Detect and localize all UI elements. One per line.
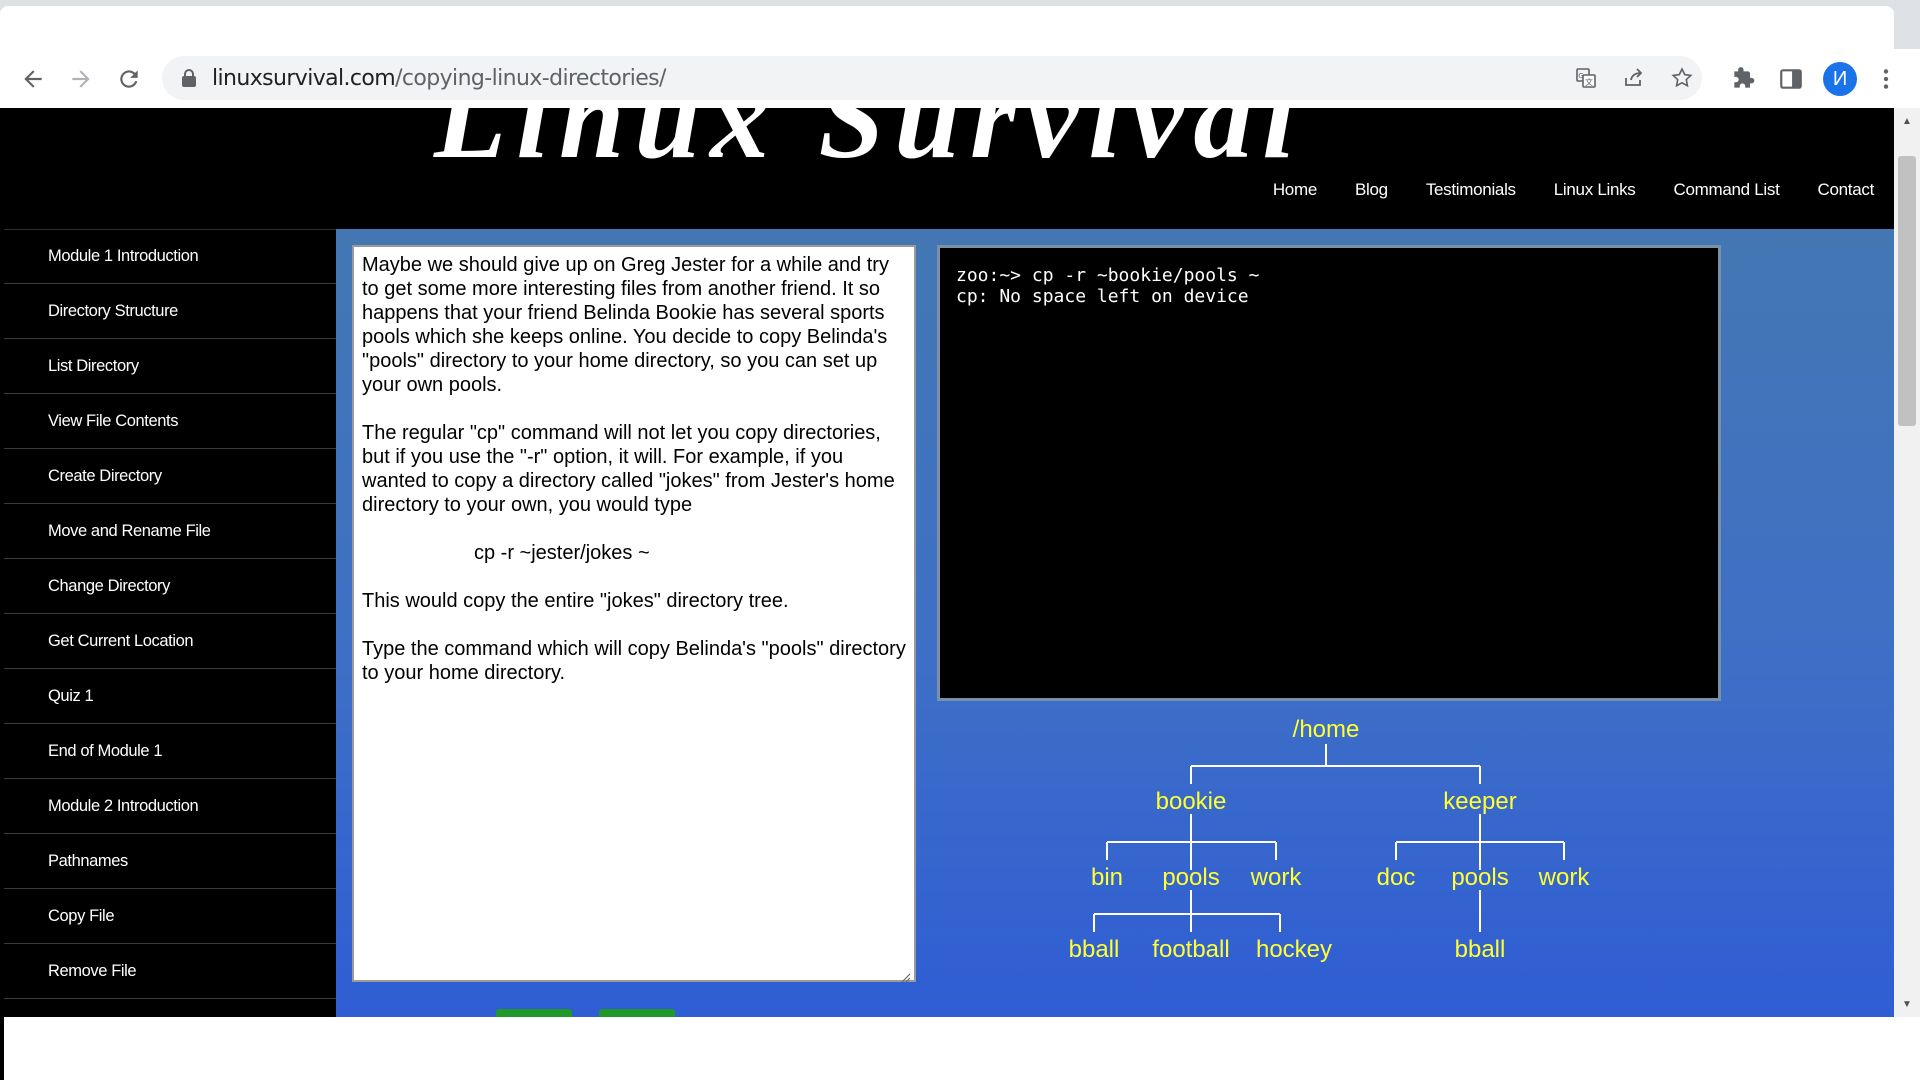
directory-tree-diagram: /home bookie keeper bin pools work doc p… bbox=[937, 714, 1721, 1014]
sidebar-item-module-2-introduction[interactable]: Module 2 Introduction bbox=[4, 779, 336, 834]
sidebar-item-quiz-1[interactable]: Quiz 1 bbox=[4, 669, 336, 724]
extensions-icon[interactable] bbox=[1727, 63, 1759, 95]
sidebar-item-pathnames[interactable]: Pathnames bbox=[4, 834, 336, 889]
sidebar-item-create-directory[interactable]: Create Directory bbox=[4, 449, 336, 504]
sidebar-item-remove-file[interactable]: Remove File bbox=[4, 944, 336, 999]
lesson-sidebar: Module 1 Introduction Directory Structur… bbox=[4, 229, 336, 1017]
scroll-down-icon[interactable]: ▼ bbox=[1900, 997, 1914, 1011]
tree-node-bookie-bball: bball bbox=[1068, 936, 1120, 963]
url-path: /copying-linux-directories/ bbox=[395, 66, 666, 91]
lesson-paragraph-2: The regular "cp" command will not let yo… bbox=[362, 422, 895, 516]
share-icon[interactable] bbox=[1620, 64, 1648, 92]
green-button-1[interactable] bbox=[496, 1009, 572, 1017]
site-header: Linux Survival Home Blog Testimonials Li… bbox=[4, 108, 1894, 229]
forward-icon[interactable] bbox=[63, 61, 99, 97]
lock-icon[interactable] bbox=[180, 68, 198, 88]
active-tab[interactable] bbox=[0, 6, 1894, 49]
tree-node-keeper-bball: bball bbox=[1454, 936, 1506, 963]
tree-node-bookie-football: football bbox=[1152, 936, 1230, 963]
url-domain: linuxsurvival.com bbox=[212, 66, 396, 91]
lesson-paragraph-3: This would copy the entire "jokes" direc… bbox=[362, 590, 789, 612]
lesson-content: Maybe we should give up on Greg Jester f… bbox=[336, 229, 1894, 1017]
url-text[interactable]: linuxsurvival.com/copying-linux-director… bbox=[212, 66, 666, 91]
vertical-scrollbar[interactable]: ▲ ▼ bbox=[1894, 108, 1920, 1017]
site-logo[interactable]: Linux Survival bbox=[434, 108, 1305, 186]
back-icon[interactable] bbox=[15, 61, 51, 97]
tree-node-keeper-work: work bbox=[1538, 864, 1590, 891]
green-button-2[interactable] bbox=[599, 1009, 675, 1017]
lesson-textarea[interactable]: Maybe we should give up on Greg Jester f… bbox=[352, 245, 916, 983]
page-viewport: Linux Survival Home Blog Testimonials Li… bbox=[0, 108, 1920, 1017]
sidebar-item-module-1-introduction[interactable]: Module 1 Introduction bbox=[4, 229, 336, 284]
tree-node-home: /home bbox=[1292, 716, 1360, 743]
nav-linux-links[interactable]: Linux Links bbox=[1554, 180, 1636, 200]
tree-node-bookie: bookie bbox=[1155, 788, 1227, 815]
sidebar-item-end-of-module-1[interactable]: End of Module 1 bbox=[4, 724, 336, 779]
sidebar-item-change-directory[interactable]: Change Directory bbox=[4, 559, 336, 614]
browser-toolbar: linuxsurvival.com/copying-linux-director… bbox=[0, 49, 1920, 108]
tree-node-bookie-bin: bin bbox=[1090, 864, 1124, 891]
terminal-line-1: zoo:~> cp -r ~bookie/pools ~ bbox=[956, 265, 1260, 286]
nav-command-list[interactable]: Command List bbox=[1674, 180, 1780, 200]
nav-contact[interactable]: Contact bbox=[1818, 180, 1875, 200]
lesson-paragraph-4: Type the command which will copy Belinda… bbox=[362, 638, 906, 684]
tree-node-keeper: keeper bbox=[1443, 788, 1517, 815]
lesson-example-command: cp -r ~jester/jokes ~ bbox=[474, 542, 650, 564]
top-navigation: Home Blog Testimonials Linux Links Comma… bbox=[1273, 180, 1874, 200]
terminal-line-2: cp: No space left on device bbox=[956, 286, 1249, 307]
menu-icon[interactable] bbox=[1870, 63, 1902, 95]
sidebar-item-get-current-location[interactable]: Get Current Location bbox=[4, 614, 336, 669]
scroll-up-icon[interactable]: ▲ bbox=[1900, 114, 1914, 128]
bottom-area bbox=[0, 1017, 1920, 1080]
nav-testimonials[interactable]: Testimonials bbox=[1426, 180, 1516, 200]
translate-icon[interactable]: 文G bbox=[1572, 64, 1600, 92]
sidebar-item-directory-structure[interactable]: Directory Structure bbox=[4, 284, 336, 339]
tab-strip bbox=[0, 0, 1920, 49]
tree-node-keeper-pools: pools bbox=[1451, 864, 1509, 891]
tree-node-keeper-doc: doc bbox=[1376, 864, 1416, 891]
tree-node-bookie-work: work bbox=[1250, 864, 1302, 891]
tree-node-bookie-hockey: hockey bbox=[1255, 936, 1333, 963]
sidebar-item-copy-file[interactable]: Copy File bbox=[4, 889, 336, 944]
svg-text:G: G bbox=[1578, 72, 1583, 80]
sidebar-item-list-directory[interactable]: List Directory bbox=[4, 339, 336, 394]
address-bar[interactable]: linuxsurvival.com/copying-linux-director… bbox=[162, 56, 1702, 100]
sidebar-item-view-file-contents[interactable]: View File Contents bbox=[4, 394, 336, 449]
lesson-paragraph-1: Maybe we should give up on Greg Jester f… bbox=[362, 254, 889, 396]
side-panel-icon[interactable] bbox=[1775, 63, 1807, 95]
resize-handle-icon[interactable] bbox=[899, 965, 911, 983]
tree-connectors bbox=[1093, 744, 1565, 932]
sidebar-item-move-and-rename-file[interactable]: Move and Rename File bbox=[4, 504, 336, 559]
reload-icon[interactable] bbox=[111, 61, 147, 97]
scrollbar-thumb[interactable] bbox=[1898, 156, 1916, 426]
terminal-window[interactable]: zoo:~> cp -r ~bookie/pools ~ cp: No space… bbox=[937, 245, 1721, 701]
star-icon[interactable] bbox=[1668, 64, 1696, 92]
nav-home[interactable]: Home bbox=[1273, 180, 1317, 200]
svg-text:文: 文 bbox=[1585, 77, 1593, 87]
profile-avatar[interactable]: И bbox=[1823, 62, 1857, 96]
tree-node-bookie-pools: pools bbox=[1162, 864, 1220, 891]
nav-blog[interactable]: Blog bbox=[1355, 180, 1388, 200]
